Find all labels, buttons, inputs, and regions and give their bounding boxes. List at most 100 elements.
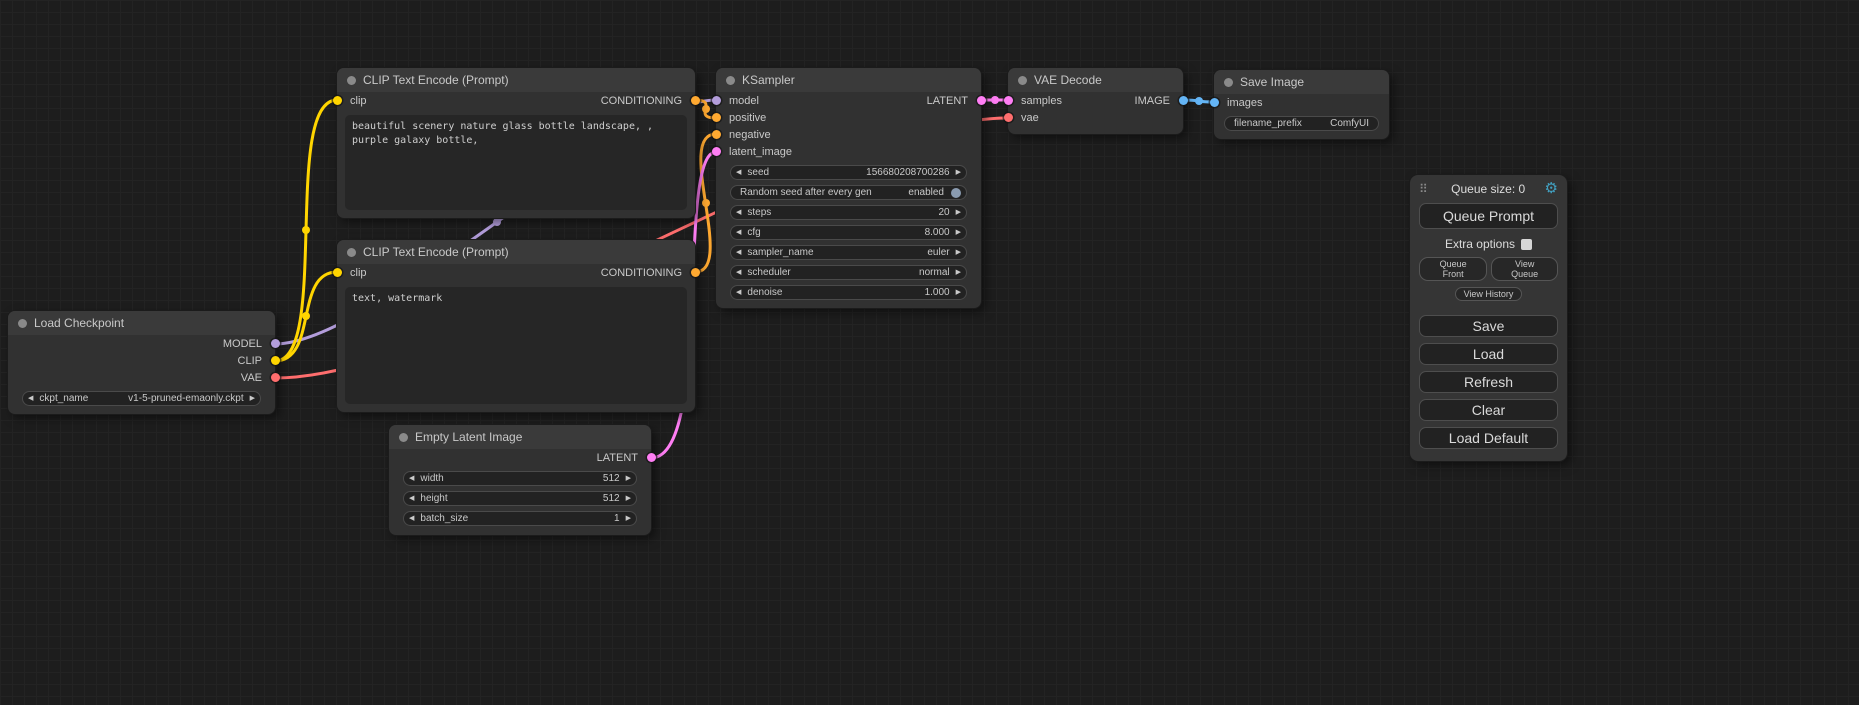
prompt-text-area[interactable]: text, watermark <box>345 287 687 404</box>
load-button[interactable]: Load <box>1419 343 1558 365</box>
arrow-right-icon[interactable]: ▶ <box>626 475 631 482</box>
view-history-button[interactable]: View History <box>1455 287 1523 301</box>
widget-sampler-name[interactable]: ◀ sampler_name euler ▶ <box>730 245 967 260</box>
collapse-dot-icon[interactable] <box>399 433 408 442</box>
arrow-left-icon[interactable]: ◀ <box>736 249 741 256</box>
widget-value: 512 <box>603 473 620 484</box>
arrow-right-icon[interactable]: ▶ <box>956 269 961 276</box>
widget-value: 512 <box>603 493 620 504</box>
collapse-dot-icon[interactable] <box>1224 78 1233 87</box>
refresh-button[interactable]: Refresh <box>1419 371 1558 393</box>
output-slot-conditioning[interactable] <box>691 96 700 105</box>
node-title-bar[interactable]: CLIP Text Encode (Prompt) <box>337 68 695 92</box>
node-title-bar[interactable]: KSampler <box>716 68 981 92</box>
widget-height[interactable]: ◀ height 512 ▶ <box>403 491 637 506</box>
wire-image-midpoint-dot <box>1195 97 1203 105</box>
collapse-dot-icon[interactable] <box>347 248 356 257</box>
output-slot-latent[interactable] <box>977 96 986 105</box>
history-button-row: View History <box>1419 287 1558 301</box>
node-vae-decode[interactable]: VAE Decode samples IMAGE vae <box>1008 68 1183 134</box>
view-queue-button[interactable]: View Queue <box>1491 257 1558 281</box>
widget-seed[interactable]: ◀ seed 156680208700286 ▶ <box>730 165 967 180</box>
output-slot-conditioning[interactable] <box>691 268 700 277</box>
widget-steps[interactable]: ◀ steps 20 ▶ <box>730 205 967 220</box>
input-label-clip: clip <box>350 95 367 107</box>
arrow-right-icon[interactable]: ▶ <box>250 395 255 402</box>
arrow-right-icon[interactable]: ▶ <box>626 515 631 522</box>
node-title-bar[interactable]: Load Checkpoint <box>8 311 275 335</box>
arrow-right-icon[interactable]: ▶ <box>956 209 961 216</box>
output-slot-vae[interactable] <box>271 373 280 382</box>
arrow-right-icon[interactable]: ▶ <box>956 229 961 236</box>
prompt-text-area[interactable]: beautiful scenery nature glass bottle la… <box>345 115 687 210</box>
arrow-left-icon[interactable]: ◀ <box>736 289 741 296</box>
arrow-left-icon[interactable]: ◀ <box>736 269 741 276</box>
node-title: Save Image <box>1240 75 1304 89</box>
node-title-bar[interactable]: Save Image <box>1214 70 1389 94</box>
node-save-image[interactable]: Save Image images filename_prefix ComfyU… <box>1214 70 1389 139</box>
node-clip-text-encode-negative[interactable]: CLIP Text Encode (Prompt) clip CONDITION… <box>337 240 695 412</box>
widget-cfg[interactable]: ◀ cfg 8.000 ▶ <box>730 225 967 240</box>
node-load-checkpoint[interactable]: Load Checkpoint MODEL CLIP VAE ◀ ckpt_na… <box>8 311 275 414</box>
node-empty-latent-image[interactable]: Empty Latent Image LATENT ◀ width 512 ▶ … <box>389 425 651 535</box>
collapse-dot-icon[interactable] <box>18 319 27 328</box>
arrow-right-icon[interactable]: ▶ <box>956 169 961 176</box>
widget-scheduler[interactable]: ◀ scheduler normal ▶ <box>730 265 967 280</box>
wire-conditioning-negative-midpoint-dot <box>702 199 710 207</box>
input-slot-vae[interactable] <box>1004 113 1013 122</box>
wire-model-midpoint-dot <box>493 218 501 226</box>
input-slot-clip[interactable] <box>333 96 342 105</box>
output-slot-model[interactable] <box>271 339 280 348</box>
arrow-right-icon[interactable]: ▶ <box>956 289 961 296</box>
queue-prompt-button[interactable]: Queue Prompt <box>1419 203 1558 229</box>
node-clip-text-encode-positive[interactable]: CLIP Text Encode (Prompt) clip CONDITION… <box>337 68 695 218</box>
collapse-dot-icon[interactable] <box>1018 76 1027 85</box>
widget-width[interactable]: ◀ width 512 ▶ <box>403 471 637 486</box>
arrow-left-icon[interactable]: ◀ <box>736 169 741 176</box>
toggle-knob[interactable] <box>951 188 961 198</box>
input-slot-images[interactable] <box>1210 98 1219 107</box>
extra-options-row: Extra options <box>1419 237 1558 251</box>
extra-options-checkbox[interactable] <box>1521 239 1532 250</box>
collapse-dot-icon[interactable] <box>726 76 735 85</box>
slot-row: clip CONDITIONING <box>337 92 695 109</box>
arrow-left-icon[interactable]: ◀ <box>409 495 414 502</box>
output-slot-latent[interactable] <box>647 453 656 462</box>
arrow-left-icon[interactable]: ◀ <box>736 229 741 236</box>
node-title-bar[interactable]: CLIP Text Encode (Prompt) <box>337 240 695 264</box>
output-slot-image[interactable] <box>1179 96 1188 105</box>
arrow-left-icon[interactable]: ◀ <box>409 515 414 522</box>
collapse-dot-icon[interactable] <box>347 76 356 85</box>
input-slot-samples[interactable] <box>1004 96 1013 105</box>
input-slot-negative[interactable] <box>712 130 721 139</box>
widget-denoise[interactable]: ◀ denoise 1.000 ▶ <box>730 285 967 300</box>
node-title-bar[interactable]: VAE Decode <box>1008 68 1183 92</box>
input-slot-model[interactable] <box>712 96 721 105</box>
arrow-left-icon[interactable]: ◀ <box>409 475 414 482</box>
arrow-left-icon[interactable]: ◀ <box>28 395 33 402</box>
queue-front-button[interactable]: Queue Front <box>1419 257 1487 281</box>
node-title: VAE Decode <box>1034 73 1102 87</box>
arrow-right-icon[interactable]: ▶ <box>626 495 631 502</box>
clear-button[interactable]: Clear <box>1419 399 1558 421</box>
settings-gear-icon[interactable]: ⚙ <box>1545 181 1558 196</box>
arrow-right-icon[interactable]: ▶ <box>956 249 961 256</box>
node-graph-canvas[interactable]: Load Checkpoint MODEL CLIP VAE ◀ ckpt_na… <box>0 0 1859 705</box>
input-slot-positive[interactable] <box>712 113 721 122</box>
widget-random-seed-toggle[interactable]: Random seed after every gen enabled <box>730 185 967 200</box>
node-ksampler[interactable]: KSampler model LATENT positive negative … <box>716 68 981 308</box>
slot-row: model LATENT <box>716 92 981 109</box>
save-button[interactable]: Save <box>1419 315 1558 337</box>
input-slot-latent-image[interactable] <box>712 147 721 156</box>
arrow-left-icon[interactable]: ◀ <box>736 209 741 216</box>
output-label-clip: CLIP <box>238 355 262 367</box>
drag-handle-icon[interactable]: ⠿ <box>1419 182 1428 196</box>
widget-filename-prefix[interactable]: filename_prefix ComfyUI <box>1224 116 1379 131</box>
input-slot-clip[interactable] <box>333 268 342 277</box>
output-label-latent: LATENT <box>927 95 968 107</box>
output-slot-clip[interactable] <box>271 356 280 365</box>
widget-ckpt-name[interactable]: ◀ ckpt_name v1-5-pruned-emaonly.ckpt ▶ <box>22 391 261 406</box>
node-title-bar[interactable]: Empty Latent Image <box>389 425 651 449</box>
load-default-button[interactable]: Load Default <box>1419 427 1558 449</box>
widget-batch-size[interactable]: ◀ batch_size 1 ▶ <box>403 511 637 526</box>
